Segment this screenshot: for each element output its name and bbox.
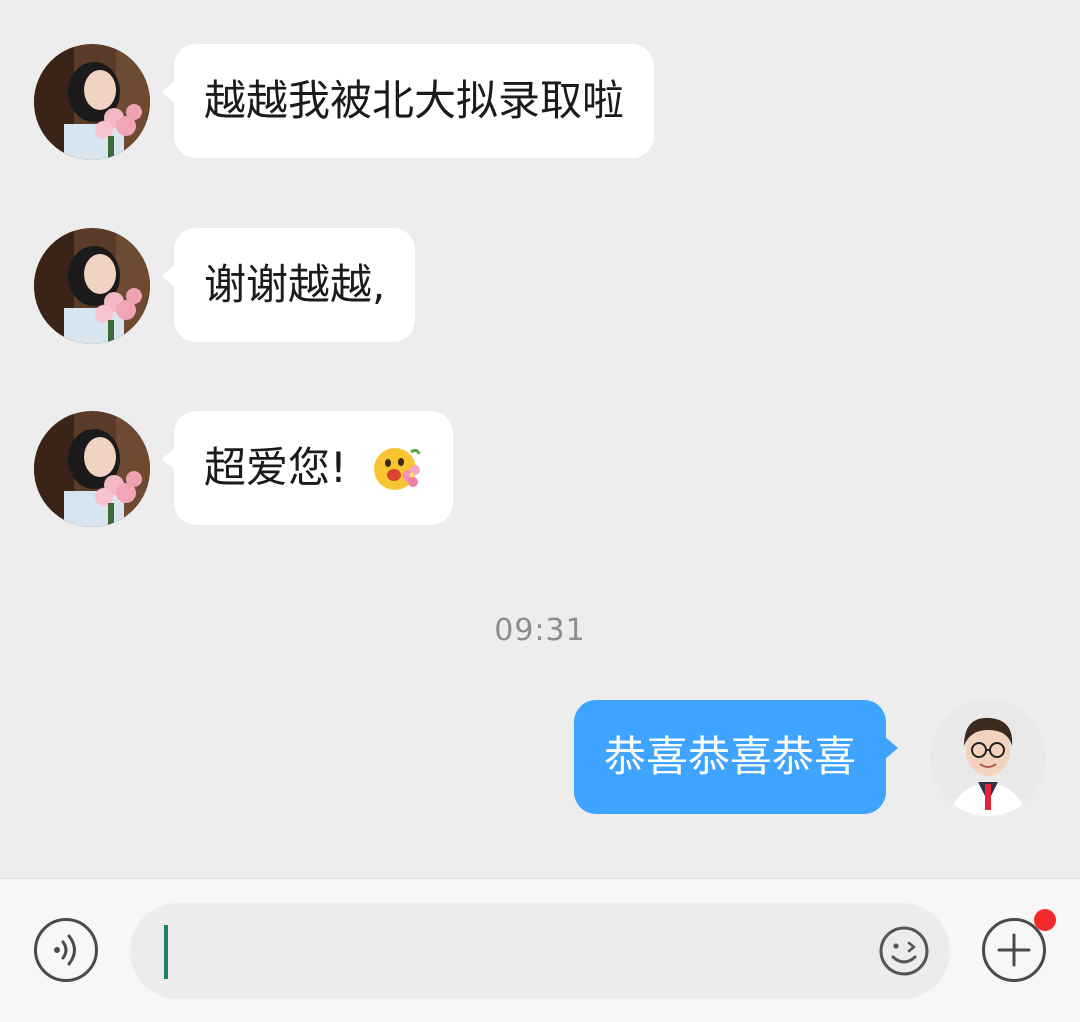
contact-avatar[interactable] xyxy=(34,411,150,527)
incoming-message-bubble[interactable]: 谢谢越越, xyxy=(161,228,416,342)
flower-hug-emoji-icon xyxy=(371,442,423,494)
notification-dot xyxy=(1034,909,1056,931)
message-text: 超爱您! xyxy=(204,443,347,492)
message-text: 恭喜恭喜恭喜 xyxy=(604,732,857,781)
message-timestamp: 09:31 xyxy=(494,613,586,648)
message-text: 谢谢越越, xyxy=(204,260,386,309)
emoji-button[interactable] xyxy=(878,925,930,977)
smiley-icon xyxy=(879,926,929,976)
incoming-message-bubble[interactable]: 越越我被北大拟录取啦 xyxy=(161,44,655,158)
voice-button[interactable] xyxy=(34,918,98,982)
input-bar xyxy=(0,878,1080,1022)
outgoing-message-bubble[interactable]: 恭喜恭喜恭喜 xyxy=(574,700,899,814)
message-input[interactable] xyxy=(130,903,950,999)
self-avatar[interactable] xyxy=(930,700,1046,816)
plus-icon xyxy=(997,933,1031,967)
text-cursor xyxy=(164,925,168,979)
contact-avatar[interactable] xyxy=(34,44,150,160)
message-text: 越越我被北大拟录取啦 xyxy=(204,76,625,125)
voice-icon xyxy=(54,934,76,966)
incoming-message-bubble[interactable]: 超爱您! xyxy=(162,411,453,525)
chat-area[interactable]: 越越我被北大拟录取啦 谢谢越越, 超爱您! 09:31 恭喜恭喜恭喜 xyxy=(0,0,1080,878)
contact-avatar[interactable] xyxy=(34,228,150,344)
